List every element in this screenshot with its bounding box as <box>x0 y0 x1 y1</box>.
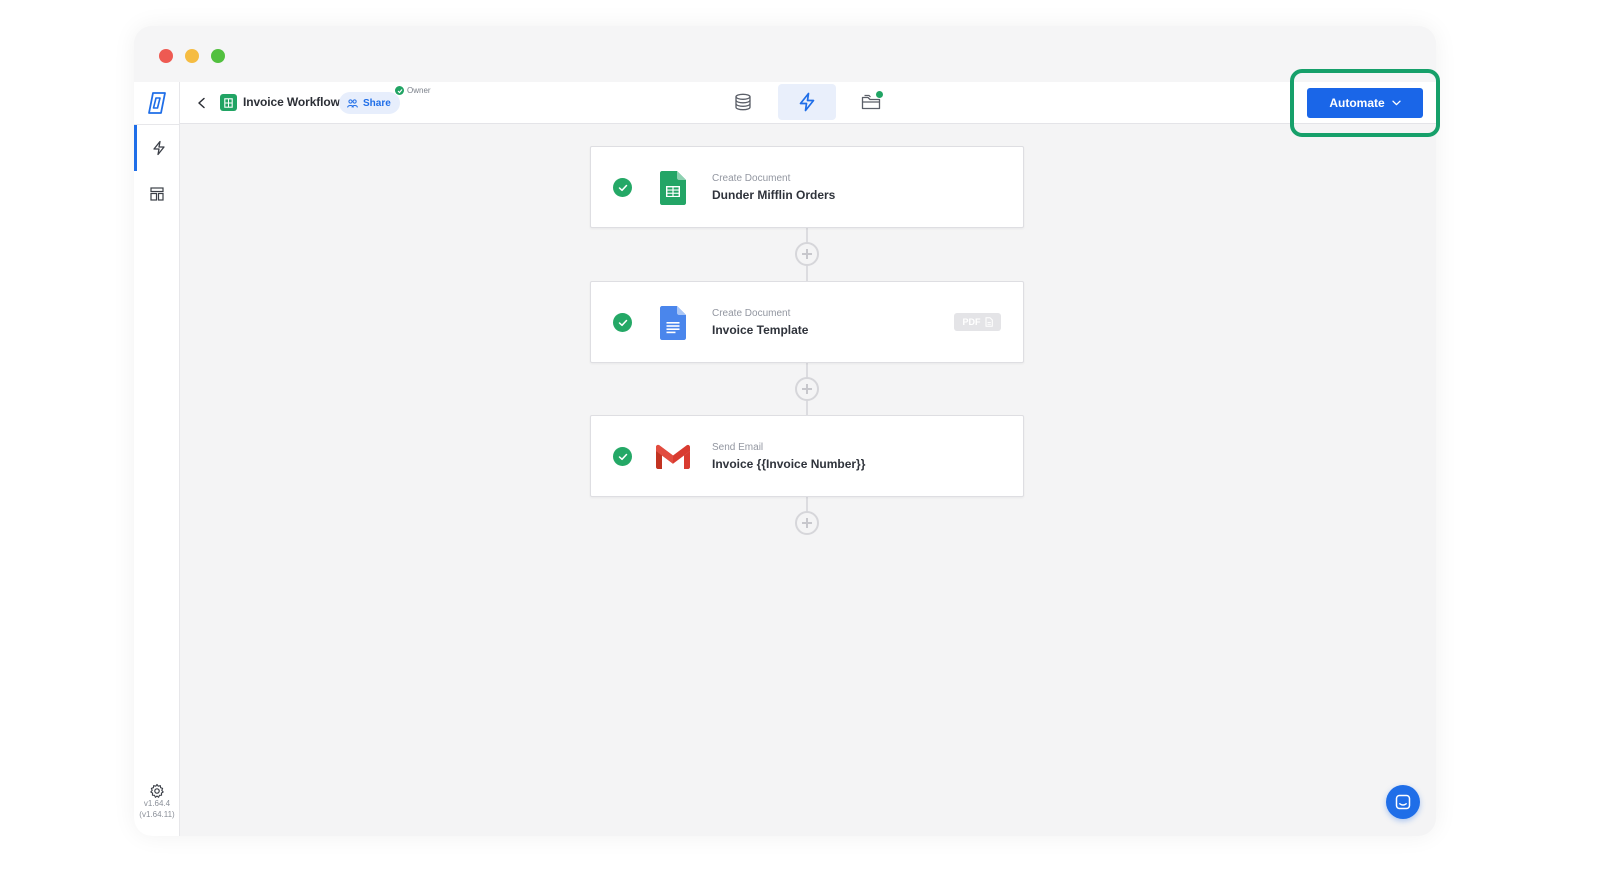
workflow-title[interactable]: Invoice Workflow <box>243 95 340 109</box>
version-label: v1.64.4 (v1.64.11) <box>134 798 180 820</box>
version-build: (v1.64.11) <box>139 810 175 819</box>
share-label: Share <box>363 97 391 109</box>
automate-button[interactable]: Automate <box>1307 88 1423 118</box>
step-card-create-document-orders[interactable]: Create Document Dunder Mifflin Orders <box>590 146 1024 228</box>
step-complete-check-icon <box>613 447 632 466</box>
gear-icon <box>150 783 164 798</box>
tab-files[interactable] <box>842 84 900 120</box>
step-complete-check-icon <box>613 178 632 197</box>
sidebar: v1.64.4 (v1.64.11) <box>134 82 180 836</box>
step-type-label: Send Email <box>712 442 764 453</box>
chevron-down-icon <box>1392 100 1401 106</box>
back-button[interactable] <box>192 93 212 113</box>
top-bar: Invoice Workflow Share Owner Automate <box>180 82 1436 124</box>
app-logo-icon[interactable] <box>145 90 169 116</box>
workflow-canvas: Create Document Dunder Mifflin Orders Cr… <box>180 124 1436 836</box>
step-type-label: Create Document <box>712 308 791 319</box>
title-bar <box>134 26 1436 82</box>
automate-label: Automate <box>1329 96 1385 110</box>
check-icon <box>395 86 404 95</box>
database-icon <box>735 93 751 111</box>
step-card-create-document-template[interactable]: Create Document Invoice Template PDF <box>590 281 1024 363</box>
users-icon <box>347 98 358 108</box>
lightning-icon <box>799 92 815 112</box>
share-button[interactable]: Share <box>339 92 400 114</box>
version-number: v1.64.4 <box>143 799 171 808</box>
chat-icon <box>1395 794 1411 810</box>
maximize-window-button[interactable] <box>211 49 225 63</box>
google-docs-icon <box>653 302 693 344</box>
step-name-label: Invoice Template <box>712 323 809 337</box>
add-step-button[interactable] <box>795 242 819 266</box>
step-name-label: Dunder Mifflin Orders <box>712 188 836 202</box>
notification-dot <box>876 91 883 98</box>
file-icon <box>985 317 993 327</box>
add-step-button[interactable] <box>795 511 819 535</box>
add-step-button[interactable] <box>795 377 819 401</box>
pdf-badge-label: PDF <box>962 317 981 327</box>
chevron-left-icon <box>198 97 205 109</box>
layout-icon <box>150 187 164 201</box>
tab-data[interactable] <box>714 84 772 120</box>
lightning-icon <box>152 140 165 156</box>
google-sheets-icon <box>653 167 693 209</box>
gmail-icon <box>653 436 693 478</box>
sidebar-item-automations[interactable] <box>134 125 180 171</box>
pdf-badge[interactable]: PDF <box>954 313 1001 331</box>
close-window-button[interactable] <box>159 49 173 63</box>
step-card-send-email[interactable]: Send Email Invoice {{Invoice Number}} <box>590 415 1024 497</box>
chat-support-button[interactable] <box>1386 785 1420 819</box>
minimize-window-button[interactable] <box>185 49 199 63</box>
step-name-label: Invoice {{Invoice Number}} <box>712 457 866 471</box>
owner-indicator: Owner <box>395 86 431 95</box>
spreadsheet-icon <box>220 94 237 111</box>
sidebar-item-templates[interactable] <box>134 171 180 217</box>
app-window: v1.64.4 (v1.64.11) Invoice Workflow Shar… <box>134 26 1436 836</box>
step-type-label: Create Document <box>712 173 791 184</box>
step-complete-check-icon <box>613 313 632 332</box>
tab-automation[interactable] <box>778 84 836 120</box>
owner-label: Owner <box>407 86 431 95</box>
